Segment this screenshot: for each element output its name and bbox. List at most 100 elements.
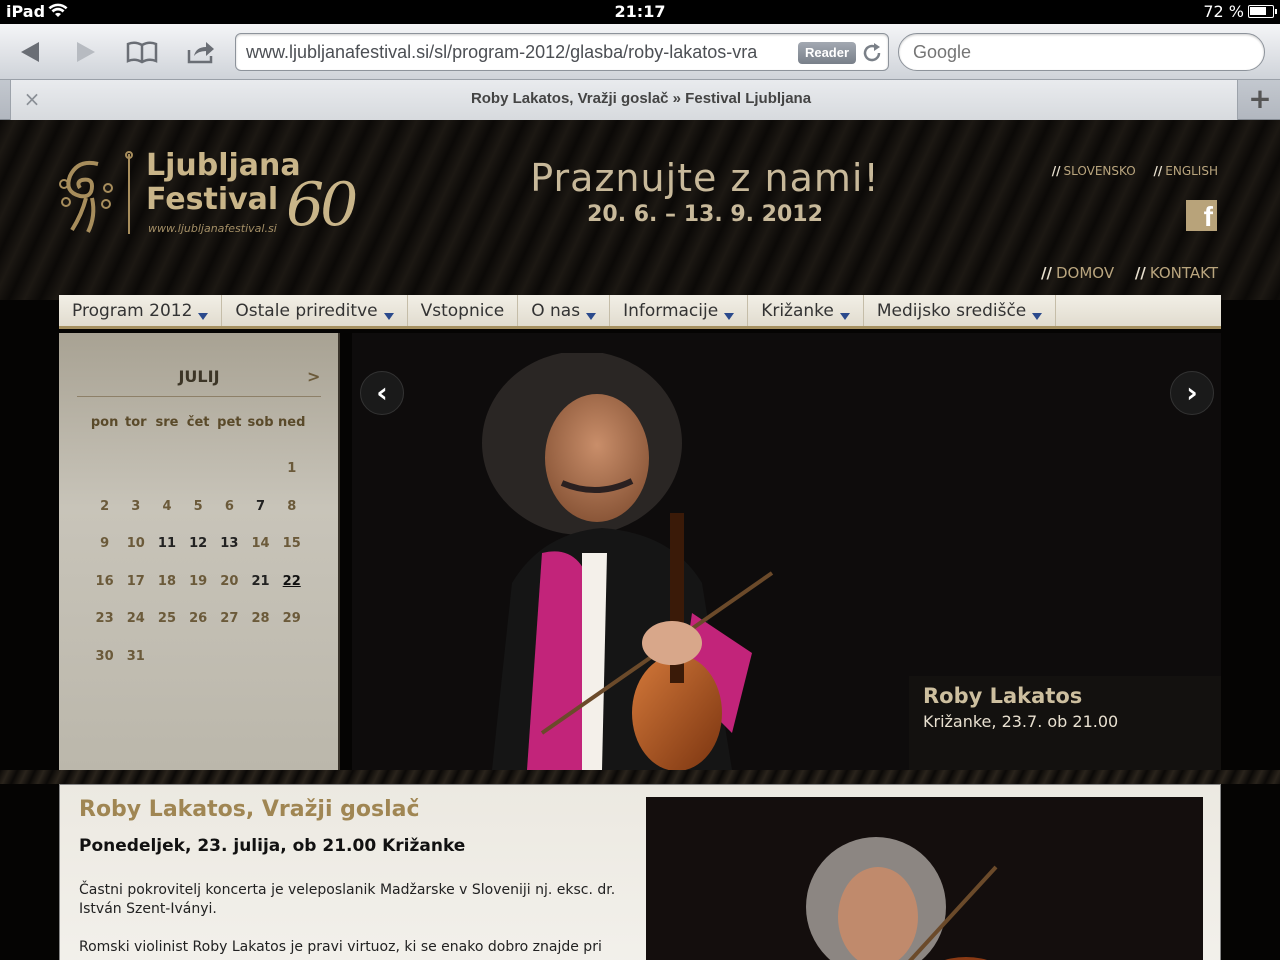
calendar-day[interactable]: 12 [183,536,214,574]
calendar-day[interactable]: 23 [89,611,120,649]
calendar-day[interactable]: 6 [214,499,245,537]
calendar-day[interactable]: 19 [183,574,214,612]
reload-icon[interactable] [860,41,884,65]
calendar-day[interactable]: 2 [89,499,120,537]
calendar-empty-cell [183,461,214,499]
back-button[interactable] [10,34,50,70]
calendar-day[interactable]: 17 [120,574,151,612]
calendar-grid: pon tor sre čet pet sob ned 1 2 3 4 5 6 7 8 9 10 11 12 13 14… [89,415,323,686]
dropdown-arrow-icon [198,313,209,320]
url-text[interactable]: www.ljubljanafestival.si/sl/program-2012… [246,42,791,63]
logo-line-2: Festival [146,182,279,217]
link-kontakt[interactable]: //KONTAKT [1135,264,1218,282]
lang-slovensko[interactable]: //SLOVENSKO [1052,164,1136,178]
dropdown-arrow-icon [1032,313,1043,320]
article-paragraph-2: Romski violinist Roby Lakatos je pravi v… [79,939,602,955]
nav-item-vstopnice[interactable]: Vstopnice [408,295,519,326]
calendar-day[interactable]: 10 [120,536,151,574]
main-nav: Program 2012 Ostale prireditve Vstopnice… [59,295,1221,329]
calendar-day[interactable]: 20 [214,574,245,612]
slider-prev-button[interactable]: ‹ [360,371,404,415]
calendar-week: 9 10 11 12 13 14 15 [89,536,323,574]
calendar-day[interactable]: 16 [89,574,120,612]
calendar-day[interactable]: 22 [276,574,307,612]
nav-item-medijsko-sredisce[interactable]: Medijsko središče [864,295,1057,326]
calendar-day[interactable]: 28 [245,611,276,649]
lang-english[interactable]: //ENGLISH [1154,164,1219,178]
calendar-day[interactable]: 8 [276,499,307,537]
nav-item-informacije[interactable]: Informacije [610,295,749,326]
calendar-day[interactable]: 24 [120,611,151,649]
calendar-day[interactable]: 30 [89,649,120,687]
calendar-day[interactable]: 9 [89,536,120,574]
slide-caption[interactable]: Roby Lakatos Križanke, 23.7. ob 21.00 [909,676,1221,770]
article-title: Roby Lakatos, Vražji goslač [79,797,420,822]
calendar-empty-cell [214,649,245,687]
weekday-label: pon [90,415,119,430]
dropdown-arrow-icon [383,313,394,320]
battery-percent: 72 % [1203,2,1244,21]
calendar-day[interactable]: 18 [151,574,182,612]
reader-button[interactable]: Reader [798,42,856,64]
calendar-day[interactable]: 26 [183,611,214,649]
bookmarks-button[interactable] [122,34,162,70]
calendar-day[interactable]: 25 [151,611,182,649]
weekday-label: sre [155,415,179,430]
calendar-day[interactable]: 27 [214,611,245,649]
calendar-empty-cell [183,649,214,687]
calendar-divider [77,396,321,397]
weekday-label: tor [125,415,147,430]
event-calendar: JULIJ > pon tor sre čet pet sob ned 1 2 3 4 5 6 7 8 9 10… [59,333,340,770]
calendar-day[interactable]: 11 [151,536,182,574]
calendar-day[interactable]: 29 [276,611,307,649]
calendar-day[interactable]: 13 [214,536,245,574]
search-input[interactable] [913,42,1243,63]
language-switcher: //SLOVENSKO //ENGLISH [1038,164,1218,178]
tab-bar: × Roby Lakatos, Vražji goslač » Festival… [0,80,1280,120]
active-tab[interactable]: × Roby Lakatos, Vražji goslač » Festival… [10,80,1238,120]
calendar-day[interactable]: 15 [276,536,307,574]
share-button[interactable] [181,34,221,70]
forward-button[interactable] [66,34,106,70]
calendar-day[interactable]: 14 [245,536,276,574]
calendar-week: 30 31 [89,649,323,687]
calendar-day[interactable]: 21 [245,574,276,612]
back-icon [21,42,39,62]
calendar-empty-cell [151,649,182,687]
top-links: //DOMOV //KONTAKT [1025,264,1218,282]
weekday-label: čet [186,415,210,430]
article-photo [646,797,1203,960]
featured-slider: ‹ › Roby Lakatos Križanke, 23.7. ob 21.0… [352,333,1221,770]
new-tab-button[interactable]: + [1240,80,1280,120]
site-logo[interactable]: Ljubljana Festival www.ljubljanafestival… [58,148,378,244]
violin-scroll-logo-icon [59,160,113,233]
nav-item-ostale-prireditve[interactable]: Ostale prireditve [222,295,408,326]
nav-item-krizanke[interactable]: Križanke [748,295,864,326]
calendar-month: JULIJ [178,367,220,386]
calendar-day[interactable]: 3 [120,499,151,537]
link-domov[interactable]: //DOMOV [1041,264,1114,282]
calendar-day[interactable]: 7 [245,499,276,537]
clock: 21:17 [614,2,666,21]
search-bar[interactable] [898,33,1265,71]
calendar-weekdays: pon tor sre čet pet sob ned [89,415,323,461]
browser-toolbar: www.ljubljanafestival.si/sl/program-2012… [0,24,1280,80]
calendar-day[interactable]: 1 [276,461,307,499]
weekday-label: sob [247,415,274,430]
facebook-icon[interactable]: f [1186,200,1217,232]
article-paragraph-1: Častni pokrovitelj koncerta je veleposla… [79,882,616,917]
calendar-day[interactable]: 31 [120,649,151,687]
slider-next-button[interactable]: › [1170,371,1214,415]
nav-item-o-nas[interactable]: O nas [518,295,611,326]
slide-caption-title: Roby Lakatos [923,684,1083,708]
calendar-day[interactable]: 4 [151,499,182,537]
calendar-next-button[interactable]: > [307,367,320,386]
weekday-label: pet [217,415,242,430]
weekday-label: ned [278,415,306,430]
forward-icon [77,42,95,62]
nav-item-program-2012[interactable]: Program 2012 [59,295,223,326]
chevron-right-icon: › [1186,376,1198,409]
address-bar[interactable]: www.ljubljanafestival.si/sl/program-2012… [235,33,889,71]
calendar-day[interactable]: 5 [183,499,214,537]
decorative-strip [0,770,1280,784]
